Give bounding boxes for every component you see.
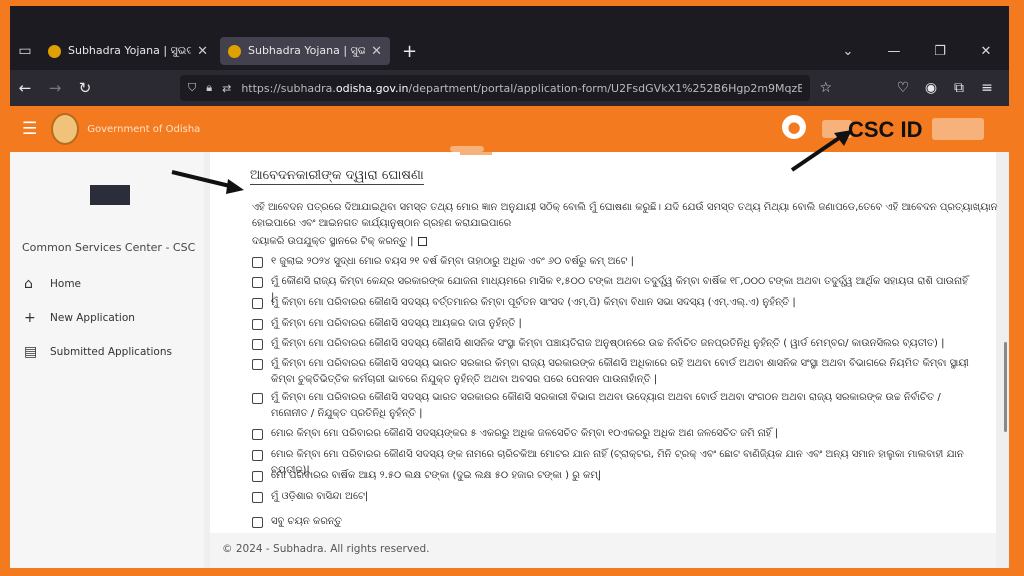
declaration-heading: ଆବେଦନକାରୀଙ୍କ ଦ୍ୱାରା ଘୋଷଣା bbox=[250, 168, 424, 185]
declaration-checkbox[interactable] bbox=[252, 298, 263, 309]
screen: ▭ Subhadra Yojana | ସୁଭଦ୍ରା ଯୋଜନା ✕ Subh… bbox=[10, 6, 1009, 568]
declaration-checkbox[interactable] bbox=[252, 319, 263, 330]
declaration-checkbox[interactable] bbox=[252, 339, 263, 350]
tab-title: Subhadra Yojana | ସୁଭଦ୍ରା ଯୋଜନା bbox=[68, 44, 191, 57]
sidebar-item-submitted-applications[interactable]: ▤ Submitted Applications bbox=[24, 344, 172, 360]
site-favicon-icon bbox=[48, 44, 61, 58]
close-window-icon[interactable]: ✕ bbox=[963, 44, 1009, 59]
avatar bbox=[90, 185, 130, 205]
annotation-arrow-icon bbox=[171, 170, 244, 194]
government-name: Government of Odisha bbox=[87, 123, 201, 135]
declaration-intro: ଏହି ଆବେଦନ ପତ୍ରରେ ଦିଆଯାଇଥିବା ସମସ୍ତ ତଥ୍ୟ ମ… bbox=[252, 202, 998, 213]
browser-tab-active[interactable]: Subhadra Yojana | ସୁଭଦ୍ରା ଯୋଜନା ✕ bbox=[220, 37, 390, 65]
plus-icon: + bbox=[24, 310, 36, 326]
restore-icon[interactable]: ❐ bbox=[917, 44, 963, 59]
url-text[interactable]: https://subhadra.odisha.gov.in/departmen… bbox=[241, 82, 802, 95]
page-scrollbar[interactable] bbox=[1004, 342, 1007, 432]
declaration-checkbox[interactable] bbox=[252, 450, 263, 461]
chevron-down-icon[interactable]: ⌄ bbox=[825, 44, 871, 59]
window-controls: ⌄ — ❐ ✕ bbox=[825, 34, 1009, 68]
declaration-checkbox[interactable] bbox=[252, 359, 263, 370]
browser-tab[interactable]: Subhadra Yojana | ସୁଭଦ୍ରା ଯୋଜନା ✕ bbox=[40, 37, 216, 65]
declaration-checkbox[interactable] bbox=[252, 429, 263, 440]
declaration-item: ମୁଁ କିମ୍ବା ମୋ ପରିବାରର କୌଣସି ସଦସ୍ୟ ଭାରତ ସ… bbox=[252, 392, 972, 422]
lock-icon[interactable]: 🔒︎ bbox=[206, 81, 212, 95]
declaration-item: ମୋର କିମ୍ବା ମୋ ପରିବାରର କୌଣସି ସଦସ୍ୟଙ୍କର ୫ … bbox=[252, 428, 972, 442]
tick-instruction: ଦୟାକରି ଉପଯୁକ୍ତ ସ୍ଥାନରେ ଟିକ୍ କରନ୍ତୁ | bbox=[252, 236, 427, 247]
reload-icon[interactable]: ↻ bbox=[70, 79, 100, 97]
organization-name: Common Services Center - CSC bbox=[22, 241, 196, 254]
home-icon: ⌂ bbox=[24, 276, 33, 292]
declaration-checkbox[interactable] bbox=[252, 257, 263, 268]
tab-list-icon[interactable]: ▭ bbox=[10, 43, 40, 59]
menu-icon[interactable]: ≡ bbox=[973, 80, 1001, 96]
sidebar-item-label: New Application bbox=[50, 312, 135, 324]
sidebar-item-new-application[interactable]: + New Application bbox=[24, 310, 135, 326]
declaration-item: ମୁଁ କିମ୍ବା ମୋ ପରିବାରର କୌଣସି ସଦସ୍ୟ ଭାରତ ସ… bbox=[252, 358, 972, 388]
star-icon[interactable]: ☆ bbox=[819, 80, 832, 96]
select-all-checkbox[interactable] bbox=[252, 517, 263, 528]
minimize-icon[interactable]: — bbox=[871, 44, 917, 59]
odisha-emblem-logo bbox=[51, 113, 80, 145]
main-content: ଆବେଦନକାରୀଙ୍କ ଦ୍ୱାରା ଘୋଷଣା ଏହି ଆବେଦନ ପତ୍ର… bbox=[204, 152, 1009, 568]
sidebar-item-home[interactable]: ⌂ Home bbox=[24, 276, 81, 292]
csc-id-label: CSC ID bbox=[848, 117, 923, 142]
declaration-intro: ହୋଇପାରେ ଏବଂ ଆଇନଗତ କାର୍ଯ୍ୟାନୁଷ୍ଠାନ ଗ୍ରହଣ … bbox=[252, 218, 512, 229]
navigation-bar: ← → ↻ ⛉ 🔒︎ ⇄ https://subhadra.odisha.gov… bbox=[10, 70, 1009, 106]
copyright-text: © 2024 - Subhadra. All rights reserved. bbox=[222, 543, 430, 555]
declaration-item: ମୁଁ କିମ୍ବା ମୋ ପରିବାରର କୌଣସି ସଦସ୍ୟ କୌଣସି … bbox=[252, 338, 972, 352]
declaration-item: ମୁଁ କିମ୍ବା ମୋ ପରିବାରର କୌଣସି ସଦସ୍ୟ ବର୍ତ୍ତ… bbox=[252, 297, 972, 311]
forward-icon[interactable]: → bbox=[40, 79, 70, 97]
sidebar: Common Services Center - CSC ⌂ Home + Ne… bbox=[10, 152, 204, 568]
permissions-icon[interactable]: ⇄ bbox=[222, 82, 231, 95]
declaration-checkbox[interactable] bbox=[252, 277, 263, 288]
declaration-item: ୧ ଜୁଲାଇ ୨୦୨୪ ସୁଦ୍ଧା ମୋର ବୟସ ୨୧ ବର୍ଷ କିମ୍… bbox=[252, 256, 972, 270]
account-icon[interactable]: ◉ bbox=[917, 80, 945, 96]
select-all-item: ସବୁ ଚୟନ କରନ୍ତୁ bbox=[252, 516, 972, 530]
declaration-item: ମୁଁ କିମ୍ବା ମୋ ପରିବାରର କୌଣସି ସଦସ୍ୟ ଆୟକର ଦ… bbox=[252, 318, 972, 332]
declaration-checkbox[interactable] bbox=[252, 492, 263, 503]
stack-icon: ▤ bbox=[24, 344, 38, 360]
tab-bar: ▭ Subhadra Yojana | ସୁଭଦ୍ରା ଯୋଜନା ✕ Subh… bbox=[10, 34, 1009, 68]
blurred-id-value bbox=[932, 118, 984, 140]
site-header: ☰ Government of Odisha ● CSC ID bbox=[10, 106, 1009, 152]
annotation-arrow-icon bbox=[790, 130, 852, 172]
orange-accent-bar bbox=[460, 152, 492, 155]
declaration-item: ମୁଁ ଓଡ଼ିଶାର ବାସିନ୍ଦା ଅଟେ| bbox=[252, 491, 972, 505]
declaration-item: ମୋ ପରିବାରର ବାର୍ଷିକ ଆୟ ୨.୫୦ ଲକ୍ଷ ଟଙ୍କା (ଦ… bbox=[252, 470, 972, 484]
sidebar-item-label: Submitted Applications bbox=[50, 346, 172, 358]
site-favicon-icon bbox=[228, 44, 241, 58]
declaration-checkbox[interactable] bbox=[252, 471, 263, 482]
declaration-checkbox[interactable] bbox=[252, 393, 263, 404]
extensions-icon[interactable]: ⧉ bbox=[945, 80, 973, 96]
new-tab-icon[interactable]: + bbox=[402, 41, 417, 62]
instruction-checkbox-icon bbox=[417, 236, 427, 246]
shield-icon[interactable]: ⛉ bbox=[188, 81, 196, 95]
back-icon[interactable]: ← bbox=[10, 79, 40, 97]
declaration-card: ଆବେଦନକାରୀଙ୍କ ଦ୍ୱାରା ଘୋଷଣା ଏହି ଆବେଦନ ପତ୍ର… bbox=[210, 152, 998, 533]
tab-title: Subhadra Yojana | ସୁଭଦ୍ରା ଯୋଜନା bbox=[248, 44, 366, 57]
sidebar-item-label: Home bbox=[50, 278, 82, 290]
hamburger-menu-icon[interactable]: ☰ bbox=[22, 119, 37, 139]
close-tab-icon[interactable]: ✕ bbox=[371, 44, 382, 59]
page-footer: © 2024 - Subhadra. All rights reserved. bbox=[210, 533, 996, 568]
address-bar[interactable]: ⛉ 🔒︎ ⇄ https://subhadra.odisha.gov.in/de… bbox=[180, 75, 832, 101]
close-tab-icon[interactable]: ✕ bbox=[197, 44, 208, 59]
toolbar-icons: ♡ ◉ ⧉ ≡ bbox=[889, 80, 1001, 96]
pocket-icon[interactable]: ♡ bbox=[889, 80, 917, 96]
